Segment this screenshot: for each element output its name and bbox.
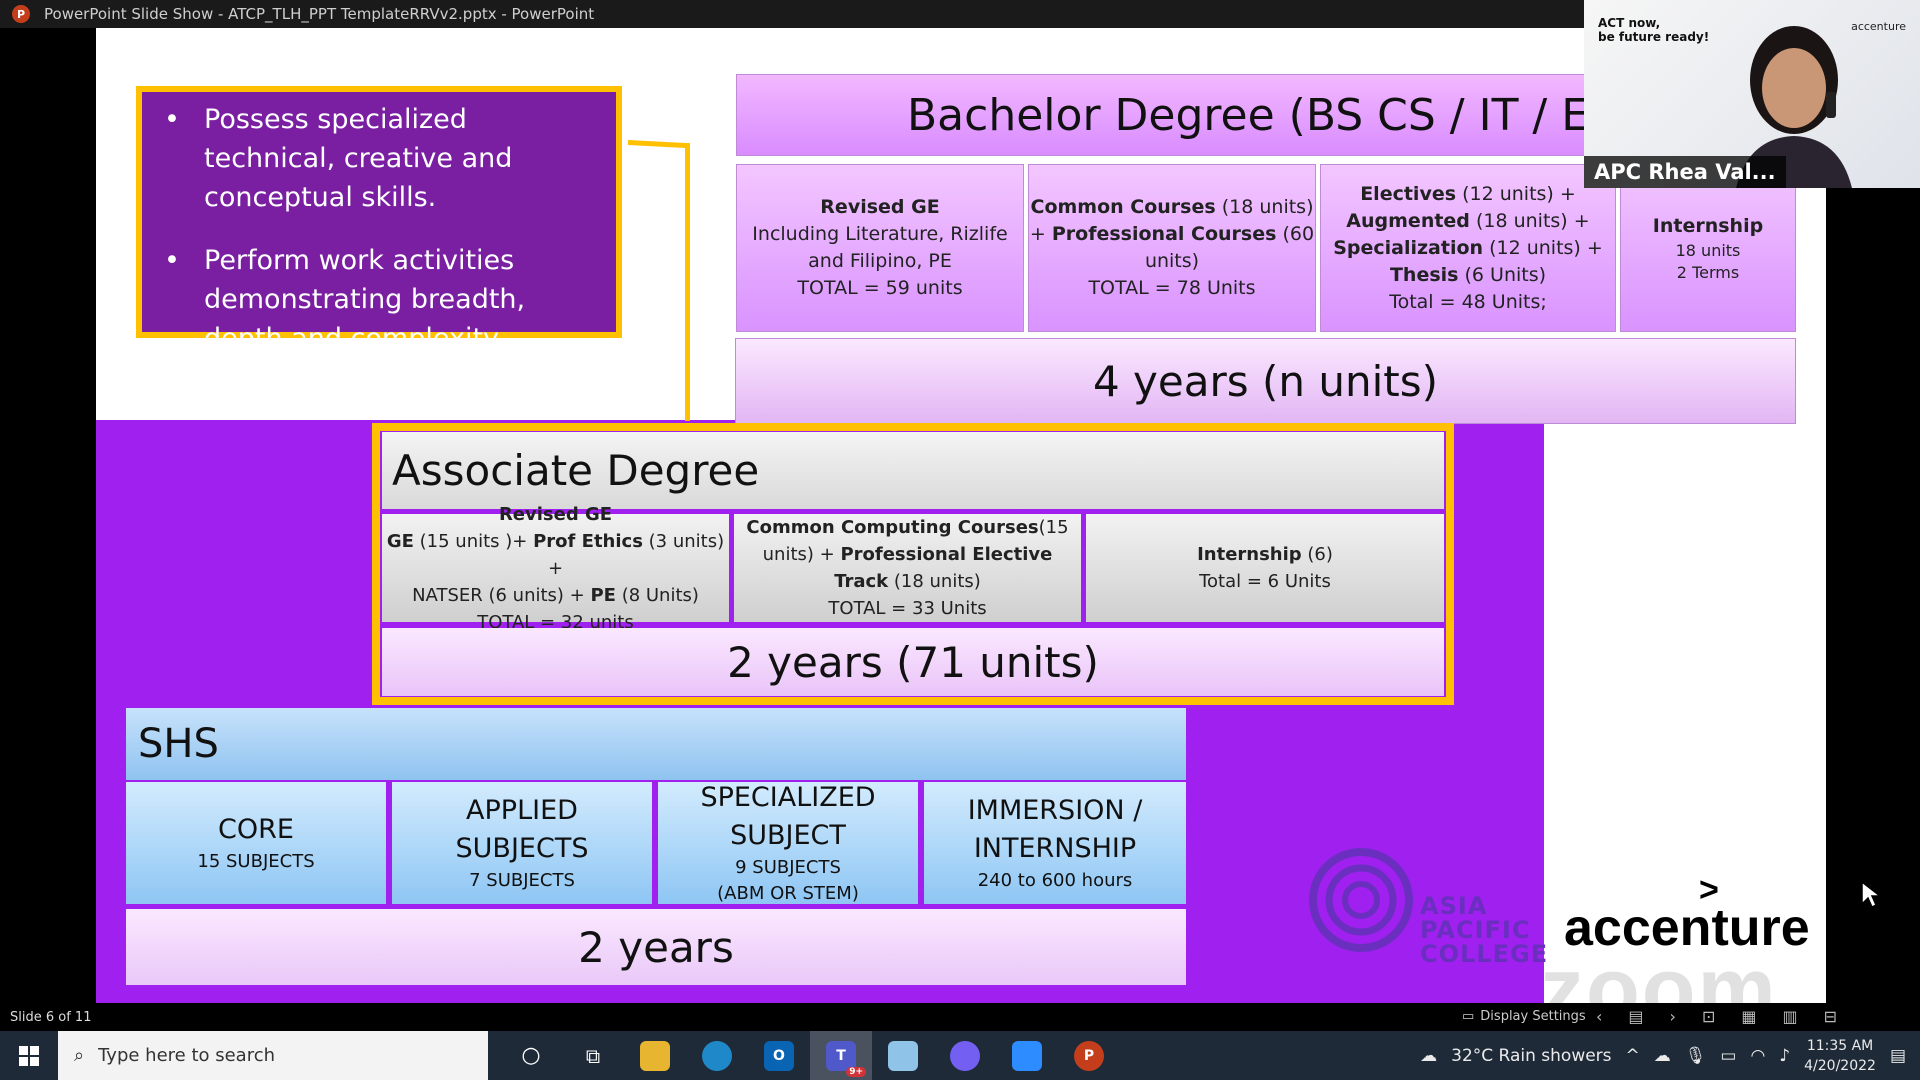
chevron-up-icon[interactable]: ^ [1626, 1046, 1640, 1066]
notes-icon[interactable] [872, 1031, 934, 1080]
associate-title: Associate Degree [382, 432, 1444, 509]
accenture-logo: accenture [1564, 899, 1810, 957]
cortana-icon[interactable]: ○ [500, 1031, 562, 1080]
previous-slide-icon[interactable]: ‹ [1596, 1007, 1602, 1026]
slideshow-controls: ‹ ▤ › ⊡ ▦ ▥ ⊟ [1596, 1007, 1837, 1026]
viber-icon[interactable] [934, 1031, 996, 1080]
start-button[interactable] [0, 1031, 58, 1080]
reading-view-icon[interactable]: ▥ [1782, 1007, 1797, 1026]
weather-icon[interactable]: ☁ [1420, 1046, 1437, 1066]
powerpoint-app-icon[interactable]: P [1058, 1031, 1120, 1080]
battery-icon[interactable]: ▭ [1720, 1046, 1736, 1066]
participant-video[interactable]: ACT now, be future ready! accenture APC … [1584, 0, 1920, 188]
shs-title: SHS [126, 708, 1186, 780]
shs-applied-subjects: APPLIED SUBJECTS 7 SUBJECTS [392, 782, 652, 904]
shs-duration: 2 years [126, 909, 1186, 985]
zoom-app-icon[interactable] [996, 1031, 1058, 1080]
display-settings-button[interactable]: ▭ Display Settings [1462, 1009, 1586, 1024]
search-placeholder: Type here to search [98, 1045, 276, 1066]
outlook-icon[interactable]: O [748, 1031, 810, 1080]
shs-immersion-internship: IMMERSION / INTERNSHIP 240 to 600 hours [924, 782, 1186, 904]
slide-thumbnail-icon[interactable]: ▤ [1628, 1007, 1643, 1026]
callout-bullet: Perform work activities demonstrating br… [164, 241, 598, 358]
next-slide-icon[interactable]: › [1670, 1007, 1676, 1026]
onedrive-icon[interactable]: ☁ [1654, 1046, 1671, 1066]
search-icon: ⌕ [74, 1045, 85, 1066]
system-tray: ☁ 32°C Rain showers ^ ☁ 🎙 ▭ ◠ ♪ 11:35 AM… [1420, 1031, 1920, 1080]
clock[interactable]: 11:35 AM 4/20/2022 [1804, 1036, 1876, 1076]
bachelor-revised-ge: Revised GE Including Literature, Rizlife… [736, 164, 1024, 332]
microphone-icon[interactable]: 🎙 [1685, 1046, 1707, 1066]
notification-badge: 9+ [846, 1066, 866, 1077]
powerpoint-icon: P [12, 5, 30, 23]
weather-text[interactable]: 32°C Rain showers [1451, 1046, 1611, 1066]
connector-line [627, 140, 689, 149]
task-view-icon[interactable]: ⧉ [562, 1031, 624, 1080]
volume-icon[interactable]: ♪ [1779, 1046, 1790, 1066]
connector-line [685, 143, 690, 421]
slide-canvas[interactable]: Possess specialized technical, creative … [96, 28, 1826, 1003]
slide-counter: Slide 6 of 11 [10, 1009, 92, 1025]
monitor-icon: ▭ [1462, 1009, 1475, 1024]
notifications-icon[interactable]: ▤ [1890, 1046, 1906, 1066]
associate-internship: Internship (6) Total = 6 Units [1086, 514, 1444, 622]
bachelor-internship: Internship 18 units 2 Terms [1620, 164, 1796, 332]
windows-icon [19, 1045, 39, 1066]
bachelor-electives: Electives (12 units) + Augmented (18 uni… [1320, 164, 1616, 332]
taskbar-search[interactable]: ⌕ Type here to search [58, 1031, 488, 1080]
windows-taskbar: ⌕ Type here to search ○ ⧉ O T 9+ P ☁ 32°C… [0, 1031, 1920, 1080]
shs-specialized-subject: SPECIALIZED SUBJECT 9 SUBJECTS (ABM OR S… [658, 782, 918, 904]
participant-name: APC Rhea Val... [1584, 156, 1786, 188]
edge-icon[interactable] [686, 1031, 748, 1080]
apc-logo-text: ASIA PACIFIC COLLEGE [1420, 892, 1549, 968]
video-tagline: ACT now, be future ready! [1598, 16, 1710, 44]
teams-icon[interactable]: T 9+ [810, 1031, 872, 1080]
associate-duration: 2 years (71 units) [382, 628, 1444, 696]
skills-callout: Possess specialized technical, creative … [136, 86, 622, 354]
presenter-view-icon[interactable]: ⊟ [1824, 1007, 1837, 1026]
slideshow-status-bar: Slide 6 of 11 ▭ Display Settings ‹ ▤ › ⊡… [0, 1003, 1920, 1031]
wifi-icon[interactable]: ◠ [1750, 1046, 1765, 1066]
bachelor-duration: 4 years (n units) [735, 338, 1796, 424]
callout-bullet: Possess specialized technical, creative … [164, 100, 598, 217]
associate-revised-ge: Revised GE GE (15 units )+ Prof Ethics (… [382, 504, 729, 633]
associate-computing-courses: Common Computing Courses(15 units) + Pro… [734, 514, 1081, 622]
grid-view-icon[interactable]: ▦ [1741, 1007, 1756, 1026]
bachelor-common-courses: Common Courses (18 units) + Professional… [1028, 164, 1316, 332]
zoom-slide-icon[interactable]: ⊡ [1702, 1007, 1715, 1026]
file-explorer-icon[interactable] [624, 1031, 686, 1080]
window-title: PowerPoint Slide Show - ATCP_TLH_PPT Tem… [44, 5, 595, 23]
shs-core: CORE 15 SUBJECTS [126, 782, 386, 904]
mouse-cursor-icon [1861, 880, 1882, 909]
